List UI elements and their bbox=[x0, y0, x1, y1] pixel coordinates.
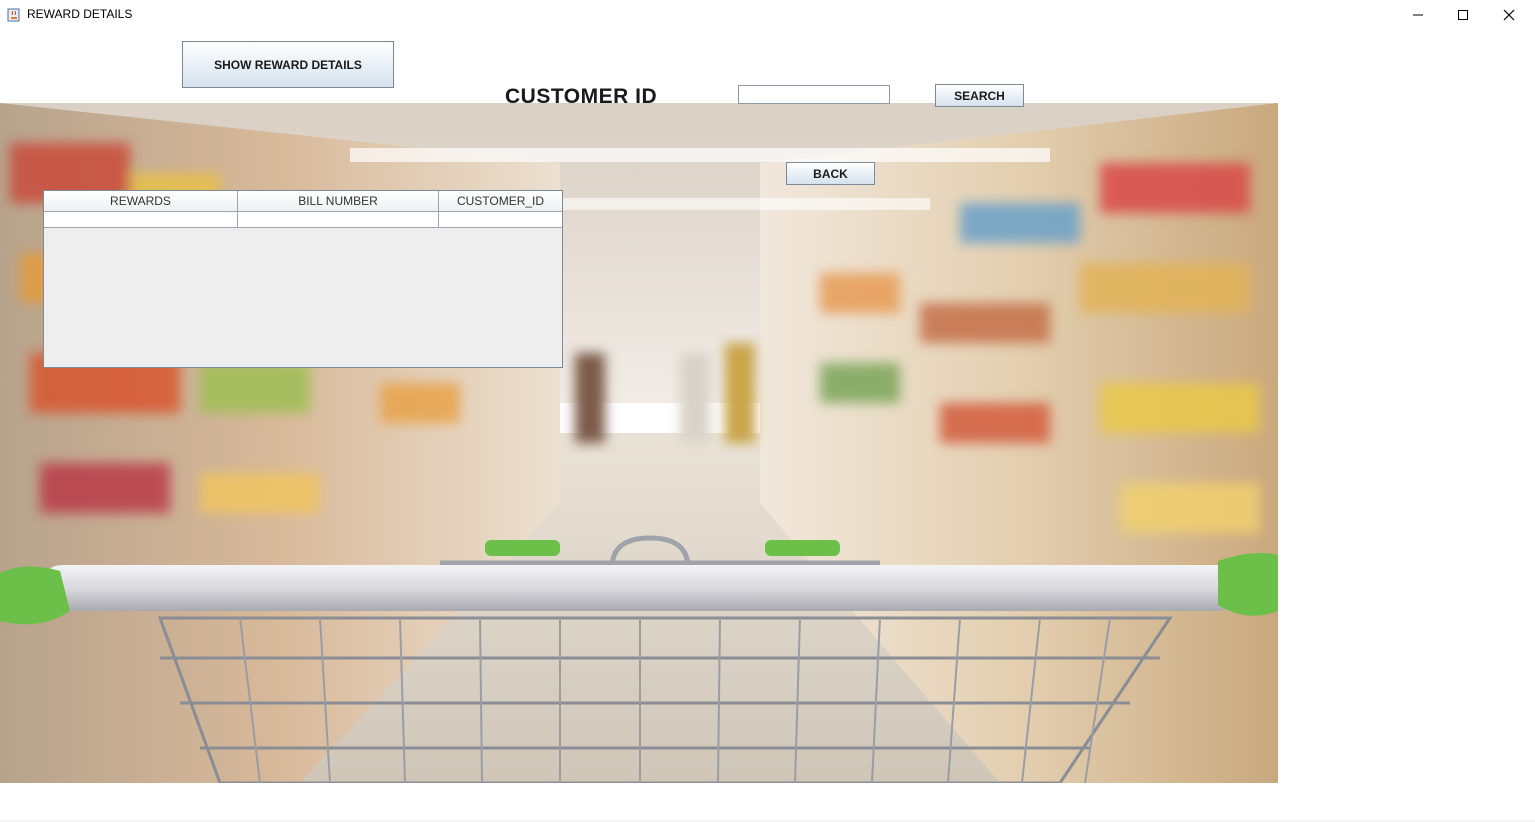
java-cup-icon bbox=[6, 6, 22, 22]
table-cell[interactable] bbox=[439, 212, 562, 227]
show-reward-details-button[interactable]: SHOW REWARD DETAILS bbox=[182, 41, 394, 88]
reward-table[interactable]: REWARDS BILL NUMBER CUSTOMER_ID bbox=[43, 190, 563, 368]
column-header-customer-id[interactable]: CUSTOMER_ID bbox=[439, 191, 562, 211]
customer-id-label: CUSTOMER ID bbox=[505, 85, 658, 108]
customer-id-input[interactable] bbox=[738, 85, 890, 104]
search-button[interactable]: SEARCH bbox=[935, 84, 1024, 107]
maximize-icon[interactable] bbox=[1440, 0, 1486, 29]
back-button[interactable]: BACK bbox=[786, 162, 875, 185]
table-cell[interactable] bbox=[44, 212, 238, 227]
table-header: REWARDS BILL NUMBER CUSTOMER_ID bbox=[44, 191, 562, 212]
column-header-bill-number[interactable]: BILL NUMBER bbox=[238, 191, 439, 211]
table-cell[interactable] bbox=[238, 212, 439, 227]
window-title: REWARD DETAILS bbox=[27, 7, 133, 21]
close-icon[interactable] bbox=[1486, 0, 1532, 29]
column-header-rewards[interactable]: REWARDS bbox=[44, 191, 238, 211]
minimize-icon[interactable] bbox=[1395, 0, 1441, 29]
table-row[interactable] bbox=[44, 212, 562, 228]
title-bar: REWARD DETAILS bbox=[0, 0, 1535, 29]
